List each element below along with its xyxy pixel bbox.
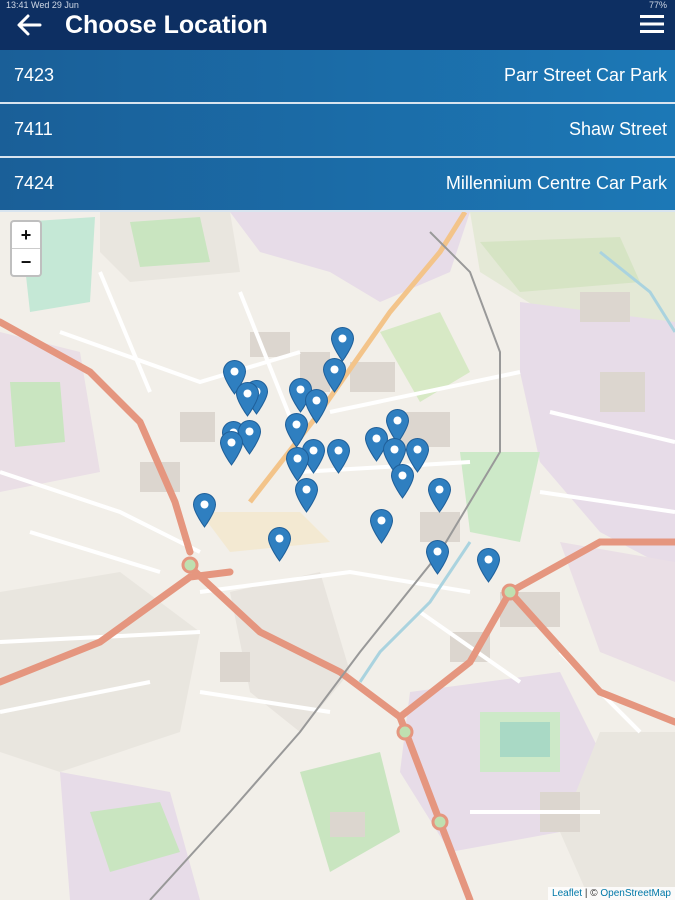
map-marker-icon[interactable] [326, 438, 351, 474]
map-view[interactable]: + − Leaflet | © OpenStreetMap [0, 212, 675, 900]
location-code: 7424 [14, 173, 55, 193]
location-code: 7423 [14, 65, 55, 85]
attribution-separator: | © [582, 888, 601, 899]
zoom-in-button[interactable]: + [12, 222, 40, 249]
map-attribution: Leaflet | © OpenStreetMap [548, 887, 675, 900]
map-marker-icon[interactable] [369, 508, 394, 544]
status-battery: 77% [648, 0, 667, 10]
location-row[interactable]: 7423 Parr Street Car Park [0, 50, 675, 104]
attribution-leaflet-link[interactable]: Leaflet [552, 888, 582, 899]
attribution-osm-link[interactable]: OpenStreetMap [600, 888, 671, 899]
map-marker-icon[interactable] [390, 463, 415, 499]
location-row[interactable]: 7424 Millennium Centre Car Park [0, 158, 675, 212]
location-name: Parr Street Car Park [503, 65, 667, 85]
location-name: Millennium Centre Car Park [445, 173, 667, 193]
arrow-left-icon[interactable] [14, 10, 44, 40]
hamburger-menu-icon[interactable] [639, 12, 665, 36]
location-name: Shaw Street [568, 119, 667, 139]
map-marker-icon[interactable] [219, 430, 244, 466]
map-marker-icon[interactable] [294, 477, 319, 513]
map-marker-icon[interactable] [425, 539, 450, 575]
map-marker-icon[interactable] [192, 492, 217, 528]
zoom-control: + − [10, 220, 42, 277]
status-bar: 13:41 Wed 29 Jun 77% [0, 0, 675, 10]
location-row[interactable]: 7411 Shaw Street [0, 104, 675, 158]
location-list: 7423 Parr Street Car Park 7411 Shaw Stre… [0, 50, 675, 212]
map-marker-icon[interactable] [235, 381, 260, 417]
map-marker-icon[interactable] [427, 477, 452, 513]
map-tiles [0, 212, 675, 900]
map-marker-icon[interactable] [267, 526, 292, 562]
status-time: 13:41 Wed 29 Jun [6, 0, 79, 10]
page-title: Choose Location [65, 11, 268, 39]
zoom-out-button[interactable]: − [12, 249, 40, 275]
location-code: 7411 [14, 119, 53, 139]
map-marker-icon[interactable] [476, 547, 501, 583]
